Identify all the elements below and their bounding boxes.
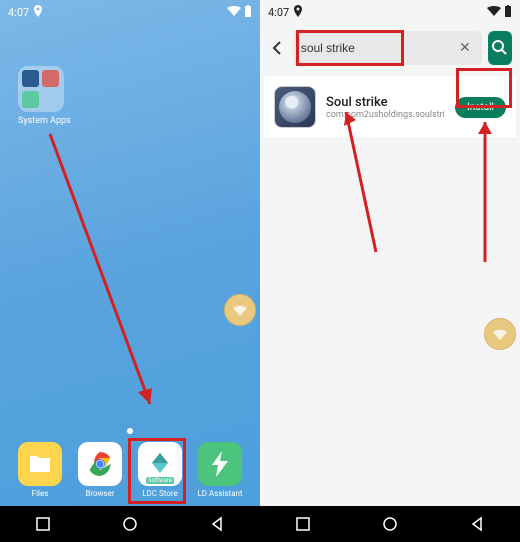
dock-ld-assistant[interactable]: LD Assistant xyxy=(194,442,246,498)
store-search-screen: 4:07 ✕ xyxy=(260,0,520,542)
app-icon xyxy=(274,86,316,128)
wifi-icon xyxy=(487,6,501,19)
dock-browser[interactable]: Browser xyxy=(74,442,126,498)
browser-icon xyxy=(78,442,122,486)
search-results: Soul strike com.com2usholdings.soulstrik… xyxy=(260,72,520,506)
dock-files[interactable]: Files xyxy=(14,442,66,498)
nav-home[interactable] xyxy=(120,514,140,534)
ldc-store-icon: Software xyxy=(138,442,182,486)
page-indicator xyxy=(127,428,133,434)
folder-icon xyxy=(18,66,64,112)
result-card[interactable]: Soul strike com.com2usholdings.soulstrik… xyxy=(264,76,516,139)
battery-icon xyxy=(504,5,512,20)
nav-recents[interactable] xyxy=(293,514,313,534)
files-icon xyxy=(18,442,62,486)
nav-bar xyxy=(260,506,520,542)
home-content[interactable]: System Apps Files xyxy=(0,24,260,506)
app-title: Soul strike xyxy=(326,95,445,110)
floating-wifi-button[interactable] xyxy=(224,294,256,326)
folder-label: System Apps xyxy=(18,116,71,126)
wifi-icon xyxy=(227,6,241,19)
search-box[interactable]: ✕ xyxy=(293,31,482,65)
nav-back[interactable] xyxy=(467,514,487,534)
status-time: 4:07 xyxy=(8,6,29,19)
back-button[interactable] xyxy=(268,34,287,62)
clear-icon[interactable]: ✕ xyxy=(456,39,474,57)
nav-recents[interactable] xyxy=(33,514,53,534)
search-input[interactable] xyxy=(301,41,456,55)
status-time: 4:07 xyxy=(268,6,289,19)
install-button[interactable]: Install xyxy=(455,97,506,118)
status-bar: 4:07 xyxy=(260,0,520,24)
nav-home[interactable] xyxy=(380,514,400,534)
dock-ldc-store[interactable]: Software LDC Store xyxy=(134,442,186,498)
floating-wifi-button[interactable] xyxy=(484,318,516,350)
status-bar: 4:07 xyxy=(0,0,260,24)
app-package: com.com2usholdings.soulstrike.android.go… xyxy=(326,110,445,120)
ld-assistant-icon xyxy=(198,442,242,486)
search-button[interactable] xyxy=(488,31,512,65)
nav-back[interactable] xyxy=(207,514,227,534)
location-icon xyxy=(33,5,43,20)
location-icon xyxy=(293,5,303,20)
search-bar: ✕ xyxy=(260,24,520,72)
annotation-arrow xyxy=(40,124,180,424)
dock: Files Browser Software LDC Store xyxy=(0,442,260,498)
nav-bar xyxy=(0,506,260,542)
system-apps-folder[interactable]: System Apps xyxy=(18,66,71,126)
home-screen: 4:07 System xyxy=(0,0,260,542)
battery-icon xyxy=(244,5,252,20)
